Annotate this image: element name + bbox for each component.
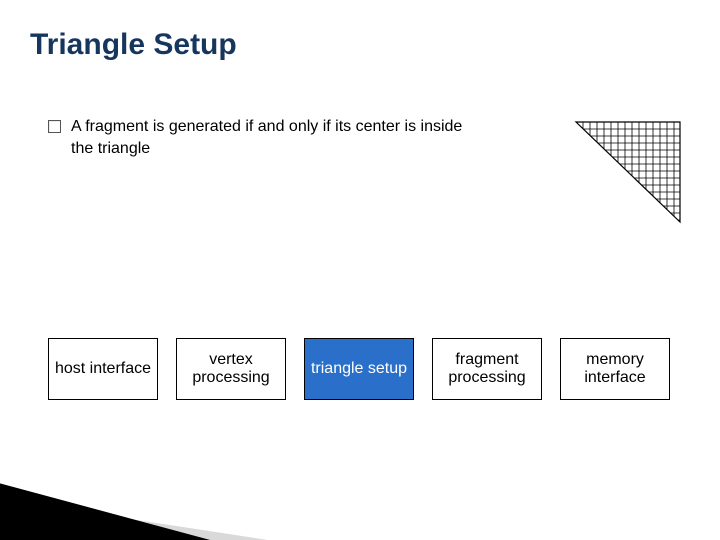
bullet-marker-icon xyxy=(48,120,61,133)
pipeline-row: host interface vertex processing triangl… xyxy=(48,338,670,400)
bullet-list: A fragment is generated if and only if i… xyxy=(48,116,468,159)
pipeline-stage-host-interface: host interface xyxy=(48,338,158,400)
slide-title: Triangle Setup xyxy=(30,28,237,62)
pipeline-stage-fragment-processing: fragment processing xyxy=(432,338,542,400)
bullet-item: A fragment is generated if and only if i… xyxy=(48,116,468,159)
pipeline-stage-memory-interface: memory interface xyxy=(560,338,670,400)
bullet-text: A fragment is generated if and only if i… xyxy=(71,116,468,159)
triangle-grid-diagram xyxy=(572,118,684,226)
pipeline-stage-triangle-setup: triangle setup xyxy=(304,338,414,400)
pipeline-stage-vertex-processing: vertex processing xyxy=(176,338,286,400)
decorative-wedge-icon xyxy=(0,438,320,540)
